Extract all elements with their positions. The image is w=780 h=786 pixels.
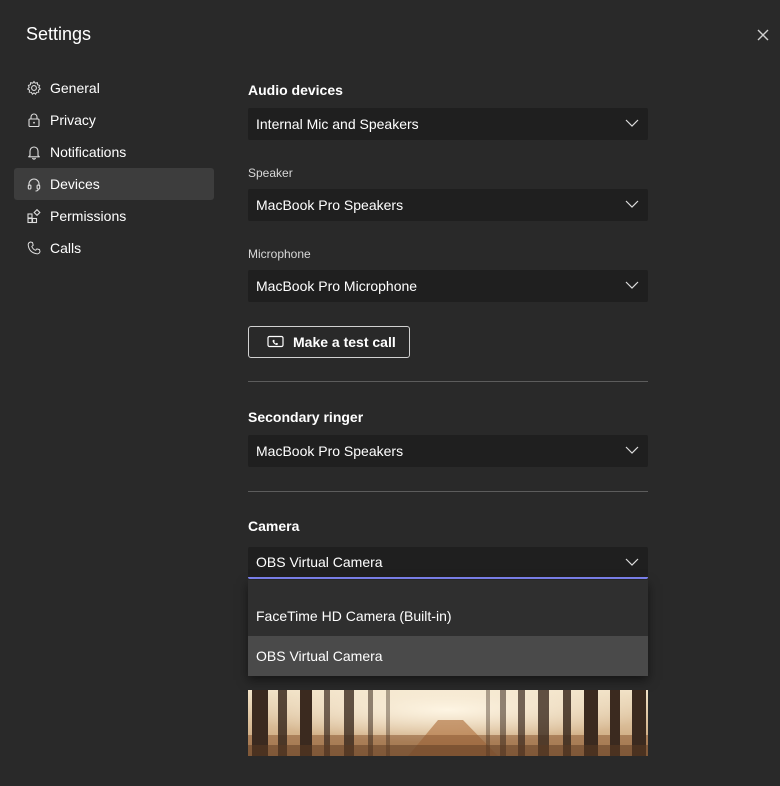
sidebar-item-label: General	[50, 80, 100, 96]
chevron-down-icon	[625, 446, 639, 454]
section-divider	[248, 491, 648, 492]
phone-icon	[26, 240, 42, 256]
camera-heading: Camera	[248, 518, 300, 534]
chevron-down-icon	[625, 119, 639, 127]
audio-device-select[interactable]: Internal Mic and Speakers	[248, 108, 648, 140]
camera-option-obs[interactable]: OBS Virtual Camera	[248, 636, 648, 676]
sidebar-item-notifications[interactable]: Notifications	[14, 136, 214, 168]
chevron-down-icon	[625, 558, 639, 566]
camera-option-facetime[interactable]: FaceTime HD Camera (Built-in)	[248, 596, 648, 636]
bell-icon	[26, 144, 42, 160]
sidebar-item-label: Notifications	[50, 144, 127, 160]
secondary-ringer-heading: Secondary ringer	[248, 409, 364, 425]
audio-device-value: Internal Mic and Speakers	[256, 116, 419, 132]
make-test-call-label: Make a test call	[293, 334, 396, 350]
speaker-value: MacBook Pro Speakers	[256, 197, 404, 213]
microphone-select[interactable]: MacBook Pro Microphone	[248, 270, 648, 302]
secondary-ringer-select[interactable]: MacBook Pro Speakers	[248, 435, 648, 467]
settings-sidebar: General Privacy Notifications Devices Pe…	[14, 72, 214, 264]
chevron-down-icon	[625, 281, 639, 289]
secondary-ringer-value: MacBook Pro Speakers	[256, 443, 404, 459]
chevron-down-icon	[625, 200, 639, 208]
sidebar-item-label: Permissions	[50, 208, 127, 224]
sidebar-item-label: Privacy	[50, 112, 96, 128]
sidebar-item-permissions[interactable]: Permissions	[14, 200, 214, 232]
option-label: FaceTime HD Camera (Built-in)	[256, 608, 452, 624]
make-test-call-button[interactable]: Make a test call	[248, 326, 410, 358]
sidebar-item-devices[interactable]: Devices	[14, 168, 214, 200]
speaker-label: Speaker	[248, 166, 293, 180]
test-call-icon	[267, 335, 284, 348]
sidebar-item-privacy[interactable]: Privacy	[14, 104, 214, 136]
microphone-value: MacBook Pro Microphone	[256, 278, 418, 294]
camera-dropdown-menu: FaceTime HD Camera (Built-in) OBS Virtua…	[248, 580, 648, 676]
page-title: Settings	[26, 24, 92, 44]
gear-icon	[26, 80, 42, 96]
headset-icon	[26, 176, 42, 192]
sidebar-item-label: Devices	[50, 176, 100, 192]
audio-devices-heading: Audio devices	[248, 82, 343, 98]
sidebar-item-general[interactable]: General	[14, 72, 214, 104]
section-divider	[248, 381, 648, 382]
camera-preview-image	[248, 690, 648, 756]
camera-value: OBS Virtual Camera	[256, 554, 383, 570]
close-icon[interactable]	[754, 26, 772, 44]
lock-icon	[26, 112, 42, 128]
option-label: OBS Virtual Camera	[256, 648, 383, 664]
apps-icon	[26, 208, 42, 224]
camera-select[interactable]: OBS Virtual Camera	[248, 547, 648, 579]
speaker-select[interactable]: MacBook Pro Speakers	[248, 189, 648, 221]
sidebar-item-label: Calls	[50, 240, 82, 256]
microphone-label: Microphone	[248, 247, 311, 261]
sidebar-item-calls[interactable]: Calls	[14, 232, 214, 264]
